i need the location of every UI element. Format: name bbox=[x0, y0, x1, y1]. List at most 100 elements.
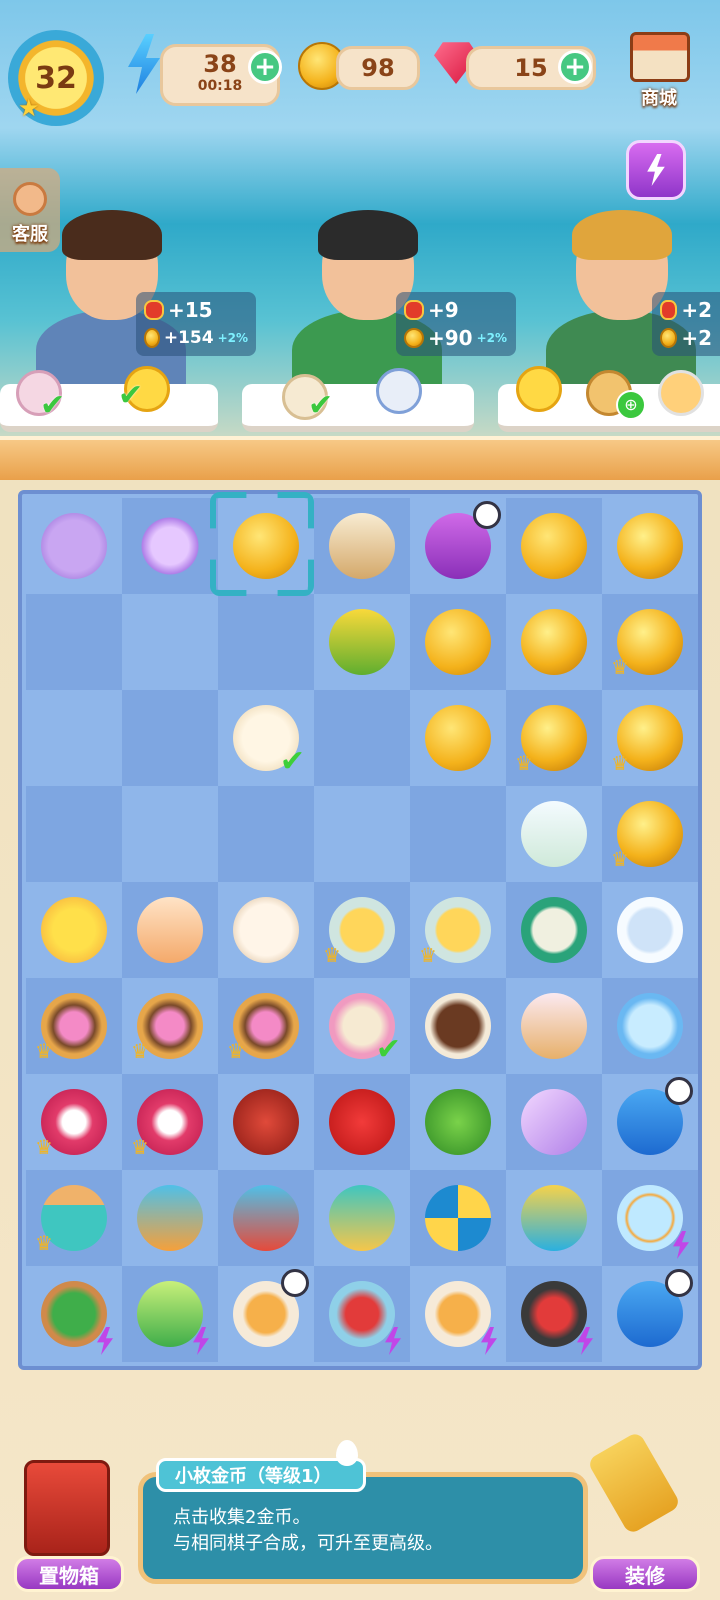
corn-icon[interactable] bbox=[329, 609, 395, 675]
coins-stack-icon[interactable] bbox=[521, 513, 587, 579]
board-cell[interactable]: ♛ bbox=[26, 978, 122, 1074]
board-cell[interactable] bbox=[218, 1170, 314, 1266]
ice-bowl-icon[interactable] bbox=[617, 993, 683, 1059]
strawberry-icon[interactable] bbox=[329, 1089, 395, 1155]
board-cell[interactable] bbox=[506, 786, 602, 882]
pomegranate-icon[interactable] bbox=[233, 1089, 299, 1155]
board-cell[interactable] bbox=[122, 786, 218, 882]
coins-pile-icon[interactable] bbox=[617, 513, 683, 579]
board-cell[interactable] bbox=[410, 498, 506, 594]
board-cell[interactable] bbox=[602, 978, 698, 1074]
board-cell[interactable] bbox=[602, 882, 698, 978]
board-cell[interactable] bbox=[506, 882, 602, 978]
board-cell[interactable] bbox=[506, 978, 602, 1074]
broccoli-icon[interactable] bbox=[425, 1089, 491, 1155]
board-cell[interactable]: ♛ bbox=[506, 690, 602, 786]
board-cell[interactable] bbox=[314, 498, 410, 594]
board-cell[interactable] bbox=[602, 498, 698, 594]
storage-button[interactable]: 置物箱 bbox=[14, 1556, 124, 1592]
board-cell[interactable] bbox=[314, 786, 410, 882]
pet-house-icon[interactable] bbox=[329, 1185, 395, 1251]
board-cell[interactable] bbox=[410, 594, 506, 690]
board-cell[interactable] bbox=[218, 882, 314, 978]
add-gem-button[interactable]: + bbox=[558, 50, 592, 84]
board-cell[interactable] bbox=[218, 498, 314, 594]
board-cell[interactable] bbox=[218, 786, 314, 882]
board-cell[interactable] bbox=[506, 1170, 602, 1266]
board-cell[interactable] bbox=[506, 1266, 602, 1362]
wrap-icon[interactable] bbox=[329, 513, 395, 579]
board-cell[interactable]: ♛ bbox=[602, 786, 698, 882]
board-cell[interactable] bbox=[506, 594, 602, 690]
board-cell[interactable] bbox=[218, 1074, 314, 1170]
soup-pot-icon[interactable] bbox=[425, 1281, 497, 1355]
cooking-pot-icon[interactable] bbox=[233, 1185, 299, 1251]
board-cell[interactable] bbox=[506, 498, 602, 594]
empty-bowl-icon[interactable] bbox=[617, 897, 683, 963]
board-cell[interactable] bbox=[506, 1074, 602, 1170]
chest-icon[interactable] bbox=[425, 501, 501, 579]
coins-pile-icon[interactable]: ♛ bbox=[611, 801, 683, 871]
board-cell[interactable] bbox=[122, 882, 218, 978]
order-tray-2[interactable]: ✔ bbox=[242, 368, 474, 432]
board-cell[interactable] bbox=[314, 1074, 410, 1170]
decorate-brush-icon[interactable] bbox=[586, 1430, 682, 1536]
board-cell[interactable] bbox=[26, 594, 122, 690]
board-cell[interactable]: ♛ bbox=[26, 1074, 122, 1170]
doghouse-icon[interactable]: ♛ bbox=[35, 1185, 107, 1255]
cone-icon[interactable] bbox=[521, 993, 587, 1059]
board-cell[interactable]: ♛ bbox=[602, 594, 698, 690]
dumpling-bowl-icon[interactable] bbox=[521, 897, 587, 963]
board-cell[interactable]: ♛ bbox=[26, 1170, 122, 1266]
petfood-icon[interactable] bbox=[137, 1185, 203, 1251]
cherry-pan-icon[interactable] bbox=[521, 1281, 593, 1355]
coins-pile-icon[interactable] bbox=[521, 609, 587, 675]
cake-icon[interactable] bbox=[41, 897, 107, 963]
coin-icon[interactable] bbox=[425, 705, 491, 771]
player-level-badge[interactable]: 32 ★ bbox=[8, 30, 104, 126]
board-cell[interactable] bbox=[602, 1266, 698, 1362]
board-cell[interactable] bbox=[410, 978, 506, 1074]
info-drop-icon[interactable] bbox=[336, 1440, 358, 1466]
board-cell[interactable]: ♛ bbox=[602, 690, 698, 786]
board-cell[interactable]: ♛ bbox=[314, 882, 410, 978]
board-cell[interactable] bbox=[122, 1170, 218, 1266]
cherry-basket-icon[interactable] bbox=[329, 1281, 401, 1355]
fries-icon[interactable] bbox=[521, 1185, 587, 1251]
board-cell[interactable] bbox=[122, 594, 218, 690]
board-cell[interactable] bbox=[122, 498, 218, 594]
fishbowl-icon[interactable] bbox=[617, 1185, 689, 1259]
soup-icon[interactable]: ♛ bbox=[323, 897, 395, 967]
dragonfruit-icon[interactable]: ♛ bbox=[131, 1089, 203, 1159]
board-cell[interactable]: ♛ bbox=[122, 1074, 218, 1170]
coins-stack-icon[interactable] bbox=[425, 609, 491, 675]
board-cell[interactable] bbox=[314, 690, 410, 786]
fridge-icon[interactable] bbox=[617, 1077, 693, 1155]
board-cell[interactable]: ♛ bbox=[218, 978, 314, 1074]
coins-pile-icon[interactable]: ♛ bbox=[611, 609, 683, 679]
ball-icon[interactable] bbox=[425, 1185, 491, 1251]
order-tray-1[interactable]: ✔ ✔ bbox=[0, 366, 218, 432]
glass-icon[interactable] bbox=[521, 801, 587, 867]
board-cell[interactable] bbox=[410, 1074, 506, 1170]
choco-dessert-icon[interactable] bbox=[425, 993, 491, 1059]
icecream-bowl-icon[interactable]: ♛ bbox=[131, 993, 203, 1063]
dragonfruit-icon[interactable]: ♛ bbox=[35, 1089, 107, 1159]
dessert-icon[interactable] bbox=[137, 897, 203, 963]
board-cell[interactable] bbox=[314, 594, 410, 690]
board-cell[interactable] bbox=[410, 1170, 506, 1266]
flower-icon[interactable] bbox=[137, 513, 203, 579]
board-cell[interactable] bbox=[314, 1266, 410, 1362]
board-cell[interactable] bbox=[602, 1074, 698, 1170]
storage-box-icon[interactable] bbox=[24, 1460, 110, 1556]
board-cell[interactable] bbox=[410, 690, 506, 786]
board-cell[interactable] bbox=[218, 594, 314, 690]
board-cell[interactable]: ✔ bbox=[314, 978, 410, 1074]
board-cell[interactable] bbox=[410, 786, 506, 882]
board-cell[interactable] bbox=[410, 1266, 506, 1362]
coin-icon[interactable] bbox=[233, 513, 299, 579]
coins-pile-icon[interactable]: ♛ bbox=[515, 705, 587, 775]
boost-button[interactable] bbox=[626, 140, 686, 200]
veg-basket-icon[interactable] bbox=[41, 1281, 113, 1355]
blender-icon[interactable] bbox=[137, 1281, 209, 1355]
